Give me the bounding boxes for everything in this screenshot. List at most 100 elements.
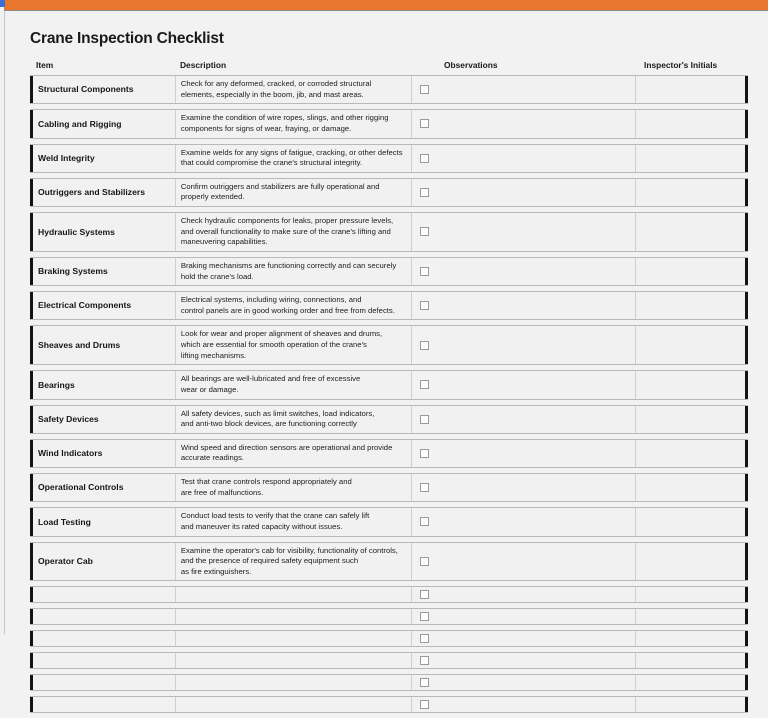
cell-item[interactable]: Operational Controls	[33, 474, 176, 502]
checkbox-icon[interactable]	[420, 227, 430, 237]
cell-description[interactable]	[175, 653, 412, 669]
cell-inspector-initials[interactable]	[635, 405, 745, 433]
cell-description[interactable]: Confirm outriggers and stabilizers are f…	[175, 178, 412, 206]
cell-check[interactable]	[411, 697, 438, 713]
cell-description[interactable]: Electrical systems, including wiring, co…	[175, 292, 412, 320]
cell-item[interactable]: Safety Devices	[33, 405, 176, 433]
cell-item[interactable]	[33, 609, 176, 625]
checkbox-icon[interactable]	[420, 612, 430, 622]
table-row[interactable]: Operator Cab Examine the operator's cab f…	[30, 541, 748, 582]
checkbox-icon[interactable]	[420, 414, 430, 424]
checkbox-icon[interactable]	[420, 380, 430, 390]
cell-check[interactable]	[411, 675, 438, 691]
cell-item[interactable]	[33, 697, 176, 713]
cell-description[interactable]: Examine the operator's cab for visibilit…	[175, 542, 412, 581]
cell-inspector-initials[interactable]	[635, 326, 745, 365]
cell-inspector-initials[interactable]	[635, 76, 745, 104]
cell-check[interactable]	[412, 406, 438, 433]
cell-description[interactable]	[175, 675, 412, 691]
cell-inspector-initials[interactable]	[635, 292, 745, 320]
cell-item[interactable]: Outriggers and Stabilizers	[33, 178, 176, 206]
checkbox-icon[interactable]	[420, 267, 430, 276]
table-row[interactable]	[30, 674, 748, 692]
cell-item[interactable]: Weld Integrity	[33, 144, 176, 172]
table-row[interactable]: Outriggers and Stabilizers Confirm outrig…	[30, 177, 748, 207]
table-row[interactable]: Bearings All bearings are well-lubricated…	[30, 370, 748, 400]
cell-observations[interactable]	[437, 542, 636, 581]
cell-item[interactable]: Hydraulic Systems	[33, 213, 176, 251]
cell-observations[interactable]	[437, 439, 636, 467]
cell-check[interactable]	[412, 474, 438, 501]
cell-inspector-initials[interactable]	[635, 213, 745, 251]
cell-check[interactable]	[412, 258, 438, 285]
table-row[interactable]: Structural Components Check for any defor…	[30, 75, 748, 105]
cell-item[interactable]: Sheaves and Drums	[33, 326, 176, 365]
table-row[interactable]: Operational Controls Test that crane cont…	[30, 473, 748, 503]
cell-check[interactable]	[411, 609, 438, 625]
table-row[interactable]: Braking Systems Braking mechanisms are fu…	[30, 256, 748, 287]
checkbox-icon[interactable]	[420, 483, 430, 493]
cell-observations[interactable]	[437, 292, 636, 320]
cell-check[interactable]	[412, 76, 438, 103]
table-row[interactable]: Wind Indicators Wind speed and direction …	[30, 438, 748, 468]
table-row[interactable]	[30, 696, 748, 714]
table-row[interactable]	[30, 586, 748, 604]
cell-inspector-initials[interactable]	[635, 508, 745, 536]
cell-inspector-initials[interactable]	[635, 144, 745, 172]
cell-inspector-initials[interactable]	[635, 697, 745, 713]
cell-observations[interactable]	[437, 178, 636, 206]
checkbox-icon[interactable]	[420, 119, 430, 129]
checkbox-icon[interactable]	[420, 340, 430, 350]
cell-inspector-initials[interactable]	[635, 609, 745, 625]
cell-description[interactable]: All safety devices, such as limit switch…	[175, 405, 412, 433]
cell-item[interactable]: Bearings	[33, 371, 176, 399]
table-row[interactable]	[30, 652, 748, 670]
cell-item[interactable]: Cabling and Rigging	[33, 110, 176, 138]
checkbox-icon[interactable]	[420, 153, 430, 163]
cell-inspector-initials[interactable]	[635, 542, 745, 581]
cell-item[interactable]: Electrical Components	[33, 292, 176, 320]
cell-item[interactable]: Operator Cab	[33, 542, 176, 581]
cell-description[interactable]: Examine the condition of wire ropes, sli…	[175, 110, 412, 138]
table-row[interactable]: Hydraulic Systems Check hydraulic compone…	[30, 212, 748, 252]
cell-check[interactable]	[412, 213, 438, 251]
table-row[interactable]: Electrical Components Electrical systems,…	[30, 291, 748, 321]
checkbox-icon[interactable]	[420, 187, 430, 197]
checkbox-icon[interactable]	[420, 590, 430, 600]
cell-observations[interactable]	[437, 587, 636, 603]
cell-observations[interactable]	[437, 609, 636, 625]
cell-observations[interactable]	[437, 326, 636, 365]
cell-description[interactable]: Wind speed and direction sensors are ope…	[175, 439, 412, 467]
cell-item[interactable]	[33, 675, 176, 691]
cell-observations[interactable]	[437, 213, 636, 251]
cell-description[interactable]: Test that crane controls respond appropr…	[175, 474, 412, 502]
cell-description[interactable]: Check hydraulic components for leaks, pr…	[175, 213, 412, 251]
cell-observations[interactable]	[437, 76, 636, 104]
checkbox-icon[interactable]	[420, 656, 430, 666]
cell-inspector-initials[interactable]	[635, 371, 745, 399]
cell-inspector-initials[interactable]	[635, 257, 745, 286]
cell-item[interactable]: Load Testing	[33, 508, 176, 536]
cell-description[interactable]: Examine welds for any signs of fatigue, …	[175, 144, 412, 172]
cell-inspector-initials[interactable]	[635, 178, 745, 206]
cell-check[interactable]	[412, 145, 438, 172]
table-row[interactable]	[30, 630, 748, 648]
cell-description[interactable]	[175, 609, 412, 625]
checkbox-icon[interactable]	[420, 85, 430, 95]
cell-description[interactable]: All bearings are well-lubricated and fre…	[175, 371, 412, 399]
cell-description[interactable]: Look for wear and proper alignment of sh…	[175, 326, 412, 365]
cell-inspector-initials[interactable]	[635, 110, 745, 138]
checkbox-icon[interactable]	[420, 634, 430, 644]
table-row[interactable]: Safety Devices All safety devices, such a…	[30, 404, 748, 434]
cell-item[interactable]	[33, 653, 176, 669]
cell-check[interactable]	[412, 179, 438, 206]
cell-description[interactable]	[175, 587, 412, 603]
cell-observations[interactable]	[437, 653, 636, 669]
cell-check[interactable]	[412, 543, 438, 581]
cell-inspector-initials[interactable]	[635, 675, 745, 691]
cell-observations[interactable]	[437, 675, 636, 691]
cell-item[interactable]: Braking Systems	[33, 257, 176, 286]
cell-inspector-initials[interactable]	[635, 653, 745, 669]
checkbox-icon[interactable]	[420, 301, 430, 311]
cell-item[interactable]: Structural Components	[33, 76, 176, 104]
